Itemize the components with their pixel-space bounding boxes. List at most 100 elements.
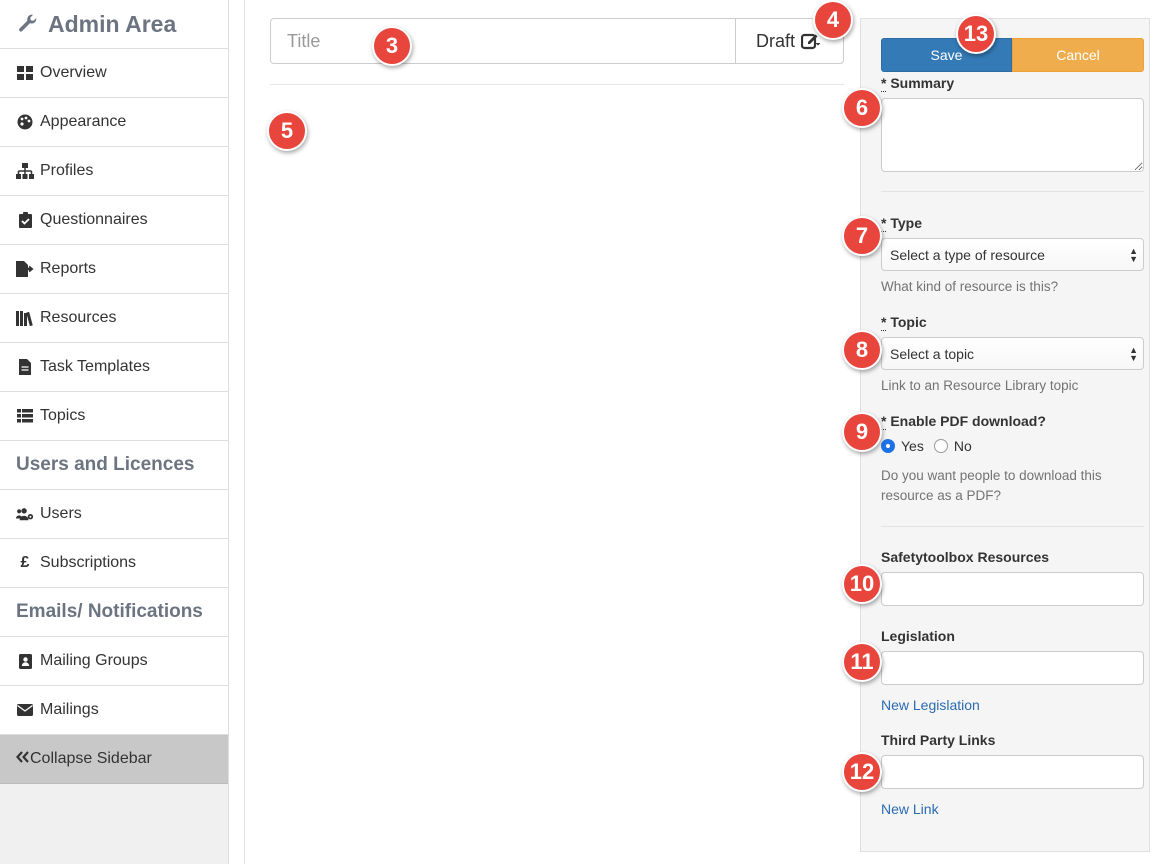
sidebar-title: Admin Area	[48, 10, 177, 37]
topic-select[interactable]: Select a topic ▲ ▼	[881, 337, 1144, 370]
callout-badge: 7	[842, 216, 882, 256]
sidebar-item-label: Questionnaires	[40, 211, 148, 228]
sidebar-item-label: Users	[40, 505, 82, 522]
callout-badge: 11	[842, 642, 882, 682]
sidebar-item-mailing-groups[interactable]: Mailing Groups	[0, 637, 228, 686]
callout-badge: 5	[267, 111, 307, 151]
sidebar-item-appearance[interactable]: Appearance	[0, 98, 228, 147]
sidebar-item-topics[interactable]: Topics	[0, 392, 228, 441]
sitemap-icon	[16, 163, 34, 179]
sidebar-item-profiles[interactable]: Profiles	[0, 147, 228, 196]
sidebar-item-task-templates[interactable]: Task Templates	[0, 343, 228, 392]
required-mark: *	[881, 413, 887, 430]
sidebar-item-resources[interactable]: Resources	[0, 294, 228, 343]
action-buttons: Save Cancel	[881, 38, 1144, 72]
pdf-label: * Enable PDF download?	[881, 413, 1046, 430]
collapse-sidebar-label: Collapse Sidebar	[30, 750, 152, 767]
books-icon	[16, 310, 34, 326]
topic-help: Link to an Resource Library topic	[881, 378, 1079, 393]
new-link-link[interactable]: New Link	[881, 801, 939, 817]
sidebar-item-users[interactable]: Users	[0, 490, 228, 539]
address-book-icon	[16, 653, 34, 669]
type-select-value: Select a type of resource	[890, 246, 1045, 263]
select-arrows-icon: ▲ ▼	[1129, 345, 1138, 363]
sidebar-item-reports[interactable]: Reports	[0, 245, 228, 294]
type-select[interactable]: Select a type of resource ▲ ▼	[881, 238, 1144, 271]
pound-icon: £	[20, 554, 30, 571]
safety-resources-input[interactable]	[881, 572, 1144, 606]
pdf-help: Do you want people to download this reso…	[881, 468, 1102, 503]
summary-label: * Summary	[881, 75, 955, 92]
summary-label-text: Summary	[890, 75, 955, 91]
cancel-button[interactable]: Cancel	[1012, 38, 1144, 72]
separator	[881, 526, 1144, 527]
title-input[interactable]	[271, 19, 736, 63]
third-party-label: Third Party Links	[881, 732, 996, 748]
callout-badge: 6	[842, 88, 882, 128]
title-input-group: Draft	[270, 18, 844, 64]
editor-divider	[270, 84, 844, 85]
clipboard-check-icon	[16, 212, 34, 228]
sidebar-item-label: Topics	[40, 407, 86, 424]
list-icon	[16, 408, 34, 424]
palette-icon	[16, 114, 34, 130]
sidebar-item-label: Profiles	[40, 162, 94, 179]
type-help: What kind of resource is this?	[881, 279, 1059, 294]
grid-icon	[16, 65, 34, 81]
new-legislation-link[interactable]: New Legislation	[881, 697, 980, 713]
legislation-label: Legislation	[881, 628, 955, 644]
pdf-no-radio[interactable]	[933, 439, 948, 453]
callout-badge: 10	[842, 564, 882, 604]
sidebar-item-overview[interactable]: Overview	[0, 49, 228, 98]
sidebar-section-users: Users and Licences	[0, 441, 228, 490]
separator	[881, 191, 1144, 192]
sidebar-item-label: Subscriptions	[40, 554, 137, 571]
topic-label-text: Topic	[890, 314, 927, 330]
required-mark: *	[881, 314, 887, 331]
safety-label: Safetytoolbox Resources	[881, 549, 1050, 565]
collapse-sidebar-button[interactable]: Collapse Sidebar	[0, 735, 228, 784]
topic-select-value: Select a topic	[890, 345, 975, 362]
callout-badge: 3	[372, 26, 412, 66]
wrench-icon	[19, 14, 37, 32]
users-cog-icon	[16, 506, 34, 522]
file-icon	[16, 359, 34, 375]
content-editor[interactable]	[270, 95, 844, 835]
settings-panel: Save Cancel * Summary * Type Select a ty…	[860, 18, 1150, 852]
pdf-no-label[interactable]: No	[954, 438, 972, 454]
sidebar-item-label: Mailing Groups	[40, 652, 148, 669]
sidebar-item-label: Appearance	[40, 113, 127, 130]
callout-badge: 12	[842, 752, 882, 792]
callout-badge: 13	[956, 14, 996, 54]
select-arrows-icon: ▲ ▼	[1129, 246, 1138, 264]
type-label: * Type	[881, 215, 922, 232]
sidebar-header: Admin Area	[0, 0, 228, 49]
sidebar-item-label: Overview	[40, 64, 107, 81]
sidebar-item-questionnaires[interactable]: Questionnaires	[0, 196, 228, 245]
callout-badge: 8	[842, 330, 882, 370]
status-label: Draft	[755, 30, 795, 51]
sidebar-section-emails: Emails/ Notifications	[0, 588, 228, 637]
type-label-text: Type	[890, 215, 922, 231]
summary-textarea[interactable]	[881, 98, 1144, 172]
legislation-input[interactable]	[881, 651, 1144, 685]
double-chevron-left-icon	[16, 750, 30, 768]
callout-badge: 9	[842, 412, 882, 452]
sidebar-item-mailings[interactable]: Mailings	[0, 686, 228, 735]
sidebar-item-label: Resources	[40, 309, 117, 326]
envelope-icon	[16, 702, 34, 718]
sidebar-item-label: Mailings	[40, 701, 99, 718]
third-party-input[interactable]	[881, 755, 1144, 789]
pdf-label-text: Enable PDF download?	[890, 413, 1046, 429]
required-mark: *	[881, 75, 887, 92]
sidebar-item-subscriptions[interactable]: £ Subscriptions	[0, 539, 228, 588]
pdf-radio-group: Yes No	[881, 438, 972, 454]
callout-badge: 4	[813, 0, 853, 40]
topic-label: * Topic	[881, 314, 927, 331]
required-mark: *	[881, 215, 887, 232]
sidebar-item-label: Task Templates	[40, 358, 150, 375]
pdf-yes-label[interactable]: Yes	[901, 438, 924, 454]
sidebar: Admin Area Overview Appearance Profiles …	[0, 0, 229, 864]
file-export-icon	[16, 261, 34, 277]
pdf-yes-radio[interactable]	[881, 439, 895, 453]
